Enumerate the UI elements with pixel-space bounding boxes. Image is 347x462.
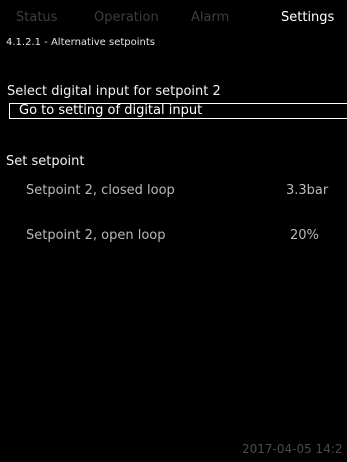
go-to-digital-input-button[interactable]: Go to setting of digital input — [9, 103, 347, 119]
tab-settings[interactable]: Settings — [281, 10, 334, 26]
status-datetime: 2017-04-05 14:2 — [242, 442, 343, 456]
tab-operation[interactable]: Operation — [94, 10, 159, 26]
tab-alarm[interactable]: Alarm — [191, 10, 229, 26]
setpoint-open-loop-label: Setpoint 2, open loop — [26, 228, 166, 243]
setpoint-open-loop-value: 20% — [290, 228, 319, 243]
settings-screen: Status Operation Alarm Settings 4.1.2.1 … — [0, 0, 347, 462]
tab-status[interactable]: Status — [16, 10, 57, 26]
set-setpoint-title: Set setpoint — [6, 154, 85, 169]
digital-input-label: Select digital input for setpoint 2 — [7, 84, 221, 99]
go-to-digital-input-label: Go to setting of digital input — [19, 103, 203, 118]
setpoint-closed-loop-value: 3.3bar — [286, 183, 329, 198]
setpoint-closed-loop-row[interactable]: Setpoint 2, closed loop 3.3bar — [0, 183, 347, 201]
tab-bar: Status Operation Alarm Settings — [0, 0, 347, 30]
breadcrumb: 4.1.2.1 - Alternative setpoints — [6, 37, 155, 48]
setpoint-closed-loop-label: Setpoint 2, closed loop — [26, 183, 175, 198]
setpoint-open-loop-row[interactable]: Setpoint 2, open loop 20% — [0, 228, 347, 246]
